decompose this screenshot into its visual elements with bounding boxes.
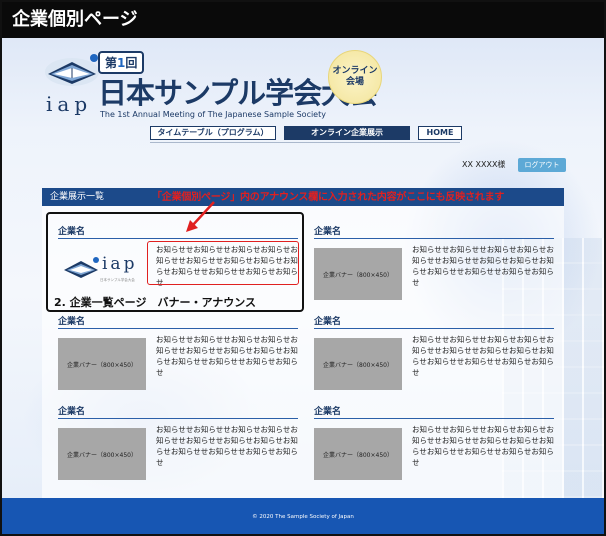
logo-text: iap: [46, 92, 93, 116]
conference-subtitle: The 1st Annual Meeting of The Japanese S…: [100, 110, 326, 119]
company-announcement: お知らせせお知らせせお知らせお知らせお知らせせお知らせせお知らせお知らせお知らせ…: [412, 245, 554, 287]
company-announcement: お知らせせお知らせせお知らせお知らせお知らせせお知らせせお知らせお知らせお知らせ…: [412, 425, 554, 467]
annotation-red-note: 「企業個別ページ」内のアナウンス欄に入力された内容がここにも反映されます: [152, 192, 505, 203]
company-name: 企業名: [314, 317, 342, 327]
company-announcement: お知らせせお知らせせお知らせお知らせお知らせせお知らせせお知らせお知らせお知らせ…: [156, 425, 298, 467]
company-card[interactable]: 企業名 企業バナー（800×450） お知らせせお知らせせお知らせお知らせお知ら…: [58, 404, 302, 484]
company-announcement: お知らせせお知らせせお知らせお知らせお知らせせお知らせせお知らせお知らせお知らせ…: [156, 335, 298, 377]
annotation-label: 2. 企業一覧ページ バナー・アナウンス: [54, 296, 257, 309]
company-name: 企業名: [314, 407, 342, 417]
company-divider: [314, 328, 554, 329]
book-logo-icon: [45, 54, 99, 86]
company-name: 企業名: [314, 227, 342, 237]
nav-timetable[interactable]: タイムテーブル（プログラム）: [150, 126, 276, 140]
online-venue-badge: オンライン 会場: [328, 50, 382, 104]
company-banner[interactable]: 企業バナー（800×450）: [314, 248, 402, 300]
annotation-arrow-icon: [186, 201, 215, 232]
company-banner[interactable]: 企業バナー（800×450）: [58, 428, 146, 480]
company-announcement: お知らせせお知らせせお知らせお知らせお知らせせお知らせせお知らせお知らせお知らせ…: [412, 335, 554, 377]
company-banner[interactable]: 企業バナー（800×450）: [314, 338, 402, 390]
company-card[interactable]: 企業名 企業バナー（800×450） お知らせせお知らせせお知らせお知らせお知ら…: [58, 314, 302, 394]
company-divider: [314, 418, 554, 419]
company-name: 企業名: [58, 317, 86, 327]
footer-copyright: © 2020 The Sample Society of Japan: [2, 498, 604, 534]
user-name: XX XXXX様: [462, 160, 506, 169]
company-divider: [58, 328, 298, 329]
company-banner[interactable]: 企業バナー（800×450）: [314, 428, 402, 480]
company-banner[interactable]: 企業バナー（800×450）: [58, 338, 146, 390]
screenshot-frame: 企業個別ページ iap 第1回 日本サンプル学会大会 The 1st Annua…: [0, 0, 606, 536]
company-card[interactable]: 企業名 企業バナー（800×450） お知らせせお知らせせお知らせお知らせお知ら…: [314, 404, 558, 484]
nav-home[interactable]: HOME: [418, 126, 462, 140]
window-title: 企業個別ページ: [2, 2, 604, 38]
nav-online-exhibition[interactable]: オンライン企業展示: [284, 126, 410, 140]
company-name: 企業名: [58, 407, 86, 417]
company-card[interactable]: 企業名 企業バナー（800×450） お知らせせお知らせせお知らせお知らせお知ら…: [314, 314, 558, 394]
company-divider: [58, 418, 298, 419]
annotation-red-box: [147, 241, 299, 285]
company-card[interactable]: 企業名 企業バナー（800×450） お知らせせお知らせせお知らせお知らせお知ら…: [314, 224, 558, 304]
logout-button[interactable]: ログアウト: [518, 158, 566, 172]
company-divider: [314, 238, 554, 239]
nav-divider: [150, 142, 460, 143]
